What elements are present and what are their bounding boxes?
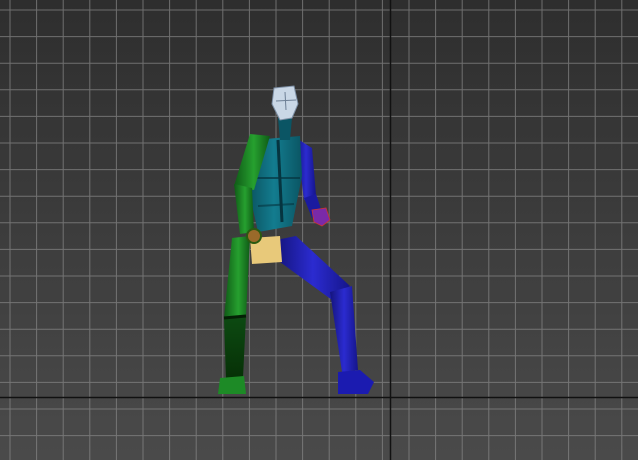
viewport-grid xyxy=(0,0,638,460)
biped-figure[interactable] xyxy=(218,85,374,394)
right-leg[interactable] xyxy=(276,236,374,394)
left-hand[interactable] xyxy=(246,228,262,244)
3d-viewport[interactable] xyxy=(0,0,638,460)
right-foot[interactable] xyxy=(338,370,374,394)
neck xyxy=(278,118,292,140)
left-foot[interactable] xyxy=(218,376,246,394)
viewport-canvas[interactable] xyxy=(0,0,638,460)
right-arm[interactable] xyxy=(296,138,331,227)
